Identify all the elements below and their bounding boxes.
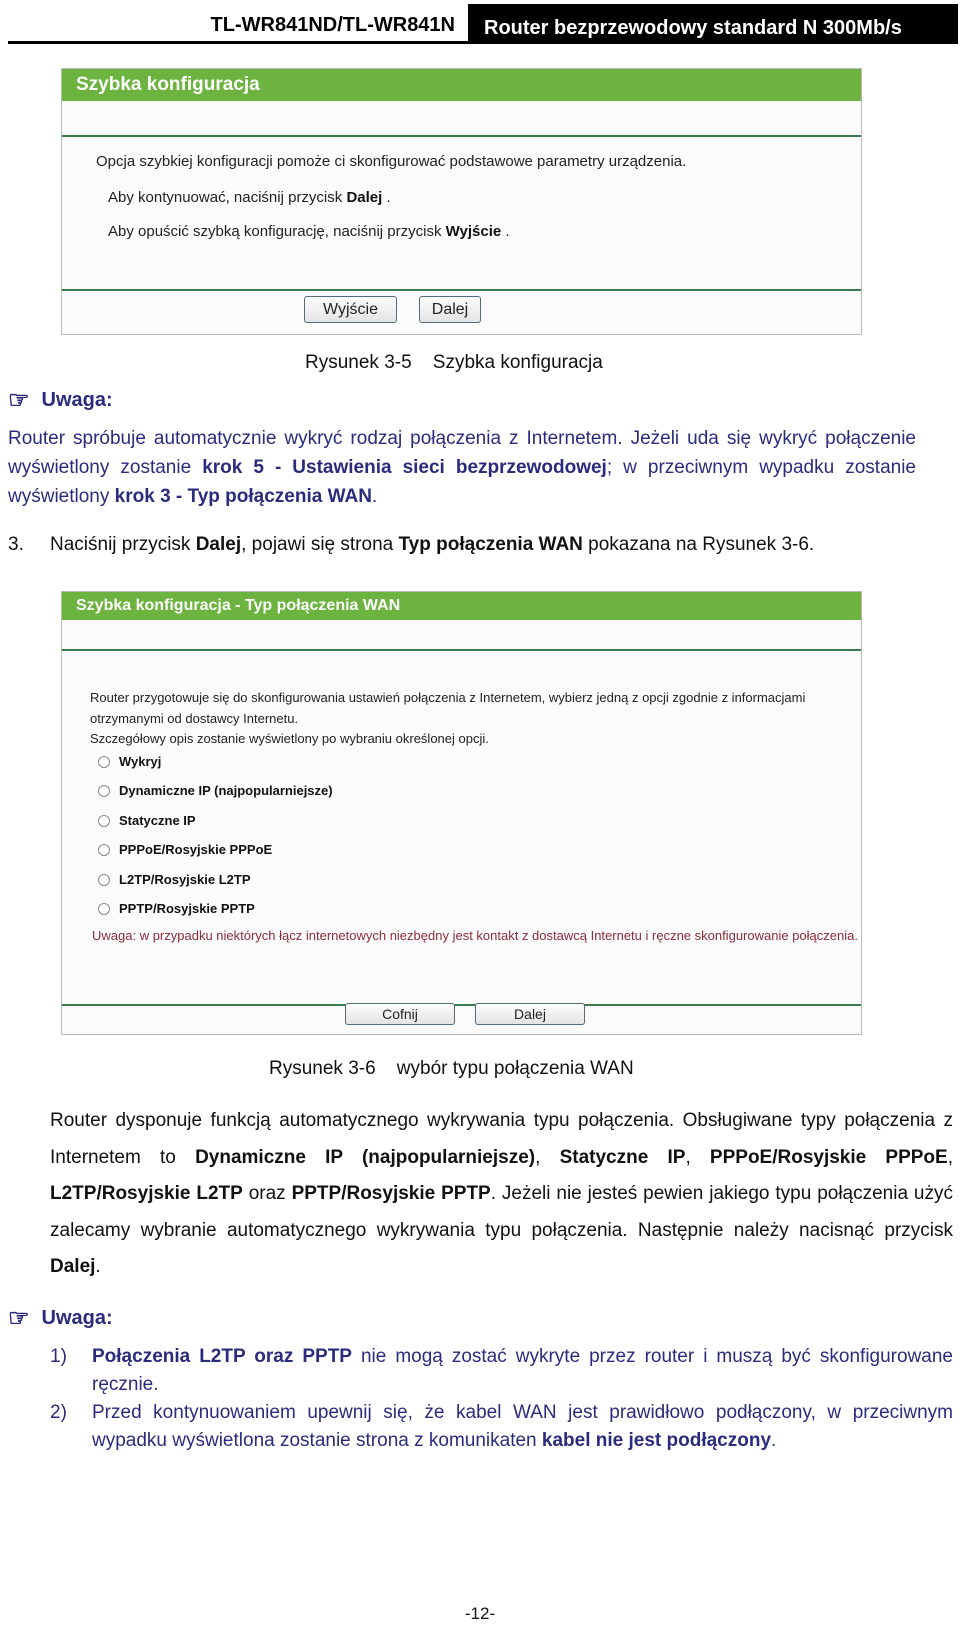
exit-hint: Aby opuścić szybką konfigurację, naciśni… bbox=[108, 223, 510, 240]
option-static-ip[interactable]: Statyczne IP bbox=[98, 813, 196, 828]
radio-button[interactable] bbox=[98, 784, 110, 797]
page-number: -12- bbox=[464, 1604, 496, 1623]
intro-text: Szczegółowy opis zostanie wyświetlony po… bbox=[90, 731, 489, 746]
note-heading: ☞ Uwaga: bbox=[8, 387, 113, 414]
panel-title: Szybka konfiguracja bbox=[62, 69, 861, 101]
radio-button[interactable] bbox=[98, 843, 110, 856]
divider bbox=[62, 649, 861, 651]
list-item: 2) Przed kontynuowaniem upewnij się, że … bbox=[50, 1402, 953, 1451]
radio-button[interactable] bbox=[98, 814, 110, 827]
intro-text: Opcja szybkiej konfiguracji pomoże ci sk… bbox=[96, 153, 687, 170]
pointing-hand-icon: ☞ bbox=[8, 1305, 30, 1332]
header-model: TL-WR841ND/TL-WR841N bbox=[210, 14, 455, 36]
connection-types-paragraph: Router dysponuje funkcją automatycznego … bbox=[50, 1110, 953, 1277]
divider bbox=[62, 1004, 861, 1006]
option-detect[interactable]: Wykryj bbox=[98, 754, 161, 769]
option-dynamic-ip[interactable]: Dynamiczne IP (najpopularniejsze) bbox=[98, 783, 333, 798]
quick-setup-panel: Szybka konfiguracja Opcja szybkiej konfi… bbox=[61, 68, 862, 335]
warning-text: Uwaga: w przypadku niektórych łącz inter… bbox=[92, 928, 858, 943]
header-rule bbox=[8, 41, 958, 44]
divider bbox=[62, 135, 861, 137]
radio-button[interactable] bbox=[98, 902, 110, 915]
next-button[interactable]: Dalej bbox=[419, 296, 481, 323]
list-item: 1) Połączenia L2TP oraz PPTP nie mogą zo… bbox=[50, 1346, 953, 1395]
note-heading: ☞ Uwaga: bbox=[8, 1305, 113, 1332]
intro-text: Router przygotowuje się do skonfigurowan… bbox=[90, 690, 806, 705]
note-paragraph: Router spróbuje automatycznie wykryć rod… bbox=[8, 428, 916, 507]
exit-button[interactable]: Wyjście bbox=[304, 296, 397, 323]
step-3: 3. Naciśnij przycisk Dalej, pojawi się st… bbox=[8, 534, 815, 555]
figure-caption: Rysunek 3-6 wybór typu połączenia WAN bbox=[269, 1058, 634, 1079]
option-l2tp[interactable]: L2TP/Rosyjskie L2TP bbox=[98, 872, 251, 887]
continue-hint: Aby kontynuować, naciśnij przycisk Dalej… bbox=[108, 189, 391, 206]
divider bbox=[62, 289, 861, 291]
figure-caption: Rysunek 3-5 Szybka konfiguracja bbox=[305, 352, 603, 373]
option-pppoe[interactable]: PPPoE/Rosyjskie PPPoE bbox=[98, 842, 272, 857]
header-product: Router bezprzewodowy standard N 300Mb/s bbox=[468, 4, 958, 44]
radio-button[interactable] bbox=[98, 755, 110, 768]
panel-title: Szybka konfiguracja - Typ połączenia WAN bbox=[62, 592, 861, 620]
next-button[interactable]: Dalej bbox=[475, 1003, 585, 1025]
radio-button[interactable] bbox=[98, 873, 110, 886]
note-list: 1) Połączenia L2TP oraz PPTP nie mogą zo… bbox=[50, 1343, 953, 1455]
back-button[interactable]: Cofnij bbox=[345, 1003, 455, 1025]
intro-text: otrzymanymi od dostawcy Internetu. bbox=[90, 711, 299, 726]
pointing-hand-icon: ☞ bbox=[8, 387, 30, 414]
option-pptp[interactable]: PPTP/Rosyjskie PPTP bbox=[98, 901, 255, 916]
